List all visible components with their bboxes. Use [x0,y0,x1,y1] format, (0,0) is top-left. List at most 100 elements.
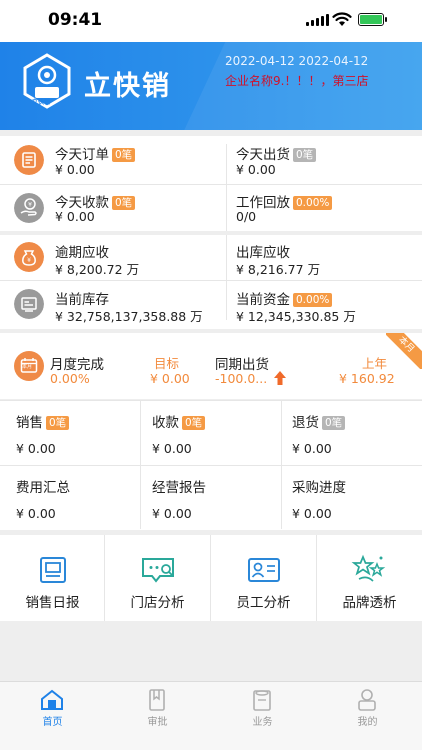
metric-today-order[interactable]: 今天订单 0笔 ¥ 0.00 [0,136,226,184]
count-badge: 0笔 [112,148,136,162]
app-header: 立快销 立快销 2022-04-12 2022-04-12 企业名称9.！！！，… [0,42,422,130]
overdue-icon: ¥ [14,242,44,272]
metric-value: ¥ 8,200.72 万 [55,262,140,277]
metric-overdue-receivable[interactable]: ¥ 逾期应收 ¥ 8,200.72 万 [0,235,226,280]
quick-actions: 销售日报 门店分析 员工分析 品牌透析 [0,535,422,621]
last-year-label: 上年 [362,356,388,371]
percent-badge: 0.00% [293,293,333,307]
stat-value: ¥ 0.00 [16,441,56,456]
tab-profile[interactable]: 我的 [315,682,420,750]
stat-label: 收款 [152,415,179,431]
svg-text:¥: ¥ [28,202,32,209]
metric-value: ¥ 0.00 [55,209,95,224]
corner-tag-text: 本月 [386,333,422,369]
employee-analysis-icon [248,558,280,582]
bottom-tab-bar: 首页 审批 业务 我的 [0,681,422,750]
metrics-card: 今天订单 0笔 ¥ 0.00 今天出货 0笔 ¥ 0.00 ¥ 今天收款 0笔 ¥ 0… [0,136,422,329]
metric-label: 出库应收 [236,245,290,261]
monthly-percent: 0.00% [50,371,90,386]
metric-label: 今天订单 [55,147,109,163]
battery-icon [358,13,387,26]
tab-label: 审批 [147,717,168,728]
tab-label: 业务 [252,717,273,728]
count-badge: 0笔 [293,148,317,162]
quick-label: 门店分析 [130,595,185,611]
metric-value: ¥ 8,216.77 万 [236,262,321,277]
count-badge: 0笔 [322,416,346,430]
metric-label: 当前库存 [55,292,109,308]
stats-grid: 销售 0笔 ¥ 0.00 收款 0笔 ¥ 0.00 退货 0笔 ¥ 0.00 费用汇总… [0,400,422,530]
business-icon [253,690,271,711]
same-period-label: 同期出货 [215,357,269,373]
target-value: ¥ 0.00 [150,371,190,386]
metric-value: ¥ 0.00 [55,162,95,177]
stat-label: 经营报告 [152,480,206,496]
stat-returns[interactable]: 退货 0笔 ¥ 0.00 [282,401,422,465]
sales-daily-icon [40,557,66,583]
date-range[interactable]: 2022-04-12 2022-04-12 [225,54,368,68]
metric-work-playback[interactable]: 工作回放 0.00% 0/0 [227,185,422,231]
target-label: 目标 [154,356,180,371]
stat-payment[interactable]: 收款 0笔 ¥ 0.00 [141,401,281,465]
status-time: 09:41 [48,10,103,30]
status-bar: 09:41 [0,0,422,42]
tab-home[interactable]: 首页 [0,682,105,750]
stat-value: ¥ 0.00 [16,506,56,521]
app-brand: 立快销 [84,71,171,102]
tab-approval[interactable]: 审批 [105,682,210,750]
signal-icon [306,14,329,26]
wifi-icon [332,12,352,26]
metric-current-inventory[interactable]: 当前库存 ¥ 32,758,137,358.88 万 [0,281,226,329]
metric-value: ¥ 32,758,137,358.88 万 [55,309,203,324]
count-badge: 0笔 [182,416,206,430]
metric-value: ¥ 0.00 [236,162,276,177]
stat-label: 销售 [16,415,43,431]
tab-label: 首页 [42,717,63,728]
monthly-completion-card[interactable]: 本月 月度完成 0.00% 目标 ¥ 0.00 同期出货 -100.0... 上… [0,333,422,399]
calendar-icon-text: 本月 [22,364,33,370]
stat-purchase-progress[interactable]: 采购进度 ¥ 0.00 [282,466,422,530]
stat-sales[interactable]: 销售 0笔 ¥ 0.00 [0,401,140,465]
metric-value: ¥ 12,345,330.85 万 [236,309,356,324]
company-name[interactable]: 企业名称9.！！！，第三店 [225,72,368,89]
percent-badge: 0.00% [293,196,333,210]
stat-label: 采购进度 [292,480,346,496]
quick-brand-analysis[interactable]: 品牌透析 [317,535,422,621]
metric-label: 今天出货 [236,147,290,163]
stat-expense-summary[interactable]: 费用汇总 ¥ 0.00 [0,466,140,530]
tab-business[interactable]: 业务 [210,682,315,750]
profile-icon [358,689,376,711]
count-badge: 0笔 [112,196,136,210]
logo-text: 立快销 [32,99,51,106]
stat-business-report[interactable]: 经营报告 ¥ 0.00 [141,466,281,530]
metric-current-funds[interactable]: 当前资金 0.00% ¥ 12,345,330.85 万 [227,281,422,329]
metric-value: 0/0 [236,209,257,224]
quick-label: 品牌透析 [342,595,397,611]
metric-today-payment[interactable]: ¥ 今天收款 0笔 ¥ 0.00 [0,185,226,231]
arrow-up-icon [274,371,286,385]
stat-value: ¥ 0.00 [152,506,192,521]
stat-value: ¥ 0.00 [292,506,332,521]
brand-analysis-icon [351,554,386,582]
approval-icon [149,689,165,711]
order-icon [14,145,44,175]
monthly-title: 月度完成 [50,357,104,373]
store-analysis-icon [142,558,174,583]
same-period-value: -100.0... [215,371,268,386]
stat-value: ¥ 0.00 [292,441,332,456]
quick-sales-daily[interactable]: 销售日报 [0,535,105,621]
stat-label: 退货 [292,415,319,431]
metric-label: 逾期应收 [55,245,109,261]
quick-label: 销售日报 [25,595,80,611]
stat-label: 费用汇总 [16,480,70,496]
home-icon [41,689,63,710]
corner-tag: 本月 [386,333,422,369]
quick-employee-analysis[interactable]: 员工分析 [211,535,316,621]
payment-icon: ¥ [14,193,44,223]
quick-store-analysis[interactable]: 门店分析 [105,535,210,621]
metric-outbound-receivable[interactable]: 出库应收 ¥ 8,216.77 万 [227,235,422,280]
metric-today-shipment[interactable]: 今天出货 0笔 ¥ 0.00 [227,136,422,184]
count-badge: 0笔 [46,416,70,430]
last-year-value: ¥ 160.92 [339,371,395,386]
quick-label: 员工分析 [236,595,291,611]
